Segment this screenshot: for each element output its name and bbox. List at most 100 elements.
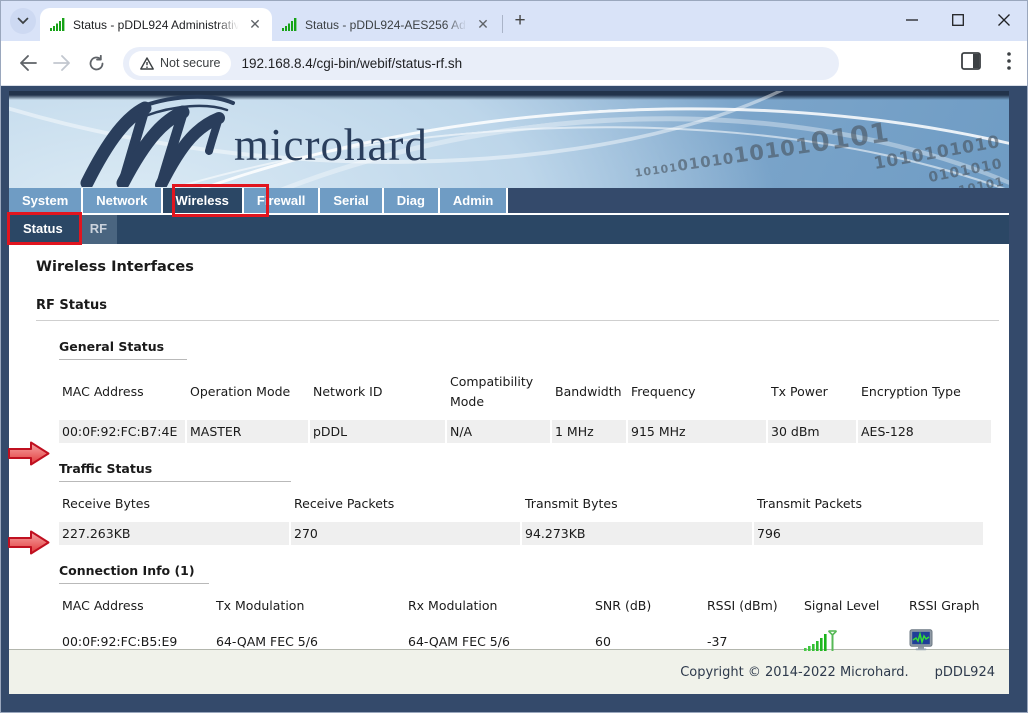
nav-tab-diag[interactable]: Diag (384, 188, 440, 213)
close-window-button[interactable] (981, 1, 1027, 39)
column-header: RSSI Graph (906, 588, 989, 624)
tab-title: Status - pDDL924-AES256 Adm (305, 18, 470, 32)
annotation-box-wireless (172, 184, 269, 217)
column-header: RSSI (dBm) (704, 588, 799, 624)
window-close-icon (998, 14, 1010, 26)
table-header-row: MAC Address Tx Modulation Rx Modulation … (59, 588, 989, 624)
model-label: pDDL924 (935, 665, 995, 680)
receive-packets-value: 270 (291, 522, 520, 545)
column-header: MAC Address (59, 588, 211, 624)
column-header: Rx Modulation (405, 588, 590, 624)
warning-triangle-icon (140, 57, 154, 70)
minimize-icon (906, 14, 918, 26)
security-label: Not secure (160, 56, 220, 70)
general-status-table: MAC Address Operation Mode Network ID Co… (57, 364, 993, 443)
nav-tab-network[interactable]: Network (83, 188, 162, 213)
column-header: Encryption Type (858, 364, 991, 420)
annotation-arrow-connection-icon (8, 530, 50, 555)
subnav-tab-rf[interactable]: RF (80, 215, 117, 244)
table-row: 00:0F:92:FC:B7:4E MASTER pDDL N/A 1 MHz … (59, 420, 991, 443)
main-navigation: System Network Wireless Firewall Serial … (9, 188, 1009, 215)
bandwidth-value: 1 MHz (552, 420, 626, 443)
tab-close-icon[interactable]: ✕ (474, 16, 492, 34)
tab-divider (502, 15, 503, 33)
microhard-m-logo-icon (75, 93, 240, 187)
column-header: MAC Address (59, 364, 185, 420)
address-bar[interactable]: Not secure 192.168.8.4/cgi-bin/webif/sta… (123, 47, 839, 80)
binary-text: 01010 (677, 149, 736, 175)
maximize-button[interactable] (935, 1, 981, 39)
microhard-banner: microhard 1010101010101010101 1010101010… (9, 91, 1009, 188)
annotation-arrow-traffic-icon (8, 441, 50, 466)
browser-tab-1[interactable]: Status - pDDL924 Administrativ ✕ (40, 8, 272, 41)
transmit-packets-value: 796 (754, 522, 983, 545)
connection-info-heading: Connection Info (1) (59, 563, 209, 584)
signal-bars-favicon (50, 18, 65, 31)
tab-close-icon[interactable]: ✕ (246, 16, 264, 34)
nav-tab-admin[interactable]: Admin (440, 188, 508, 213)
column-header: Signal Level (801, 588, 904, 624)
mac-address-value: 00:0F:92:FC:B7:4E (59, 420, 185, 443)
reload-icon (88, 55, 105, 72)
traffic-status-heading: Traffic Status (59, 461, 291, 482)
binary-text: 10101 (733, 133, 814, 168)
receive-bytes-value: 227.263KB (59, 522, 289, 545)
table-row: 227.263KB 270 94.273KB 796 (59, 522, 983, 545)
browser-tab-strip: Status - pDDL924 Administrativ ✕ Status … (1, 1, 1027, 41)
maximize-icon (952, 14, 964, 26)
security-chip[interactable]: Not secure (129, 51, 231, 76)
table-header-row: MAC Address Operation Mode Network ID Co… (59, 364, 991, 420)
table-header-row: Receive Bytes Receive Packets Transmit B… (59, 486, 983, 522)
forward-button[interactable] (45, 46, 79, 80)
webpage: microhard 1010101010101010101 1010101010… (1, 87, 1027, 713)
column-header: Operation Mode (187, 364, 308, 420)
sub-navigation: Status RF (9, 215, 1009, 244)
forward-icon (53, 55, 71, 71)
column-header: Receive Packets (291, 486, 520, 522)
column-header: Bandwidth (552, 364, 626, 420)
signal-bars-favicon (282, 18, 297, 31)
browser-toolbar: Not secure 192.168.8.4/cgi-bin/webif/sta… (1, 41, 1027, 86)
chevron-down-icon (17, 17, 29, 25)
column-header: Tx Modulation (213, 588, 403, 624)
general-status-group: General Status MAC Address Operation Mod… (59, 321, 999, 659)
kebab-menu-icon (1007, 52, 1011, 70)
operation-mode-value: MASTER (187, 420, 308, 443)
browser-tab-2[interactable]: Status - pDDL924-AES256 Adm ✕ (272, 8, 500, 41)
window-controls (889, 1, 1027, 41)
back-button[interactable] (11, 46, 45, 80)
page-content: Wireless Interfaces RF Status General St… (9, 244, 1009, 649)
frequency-value: 915 MHz (628, 420, 766, 443)
nav-tab-system[interactable]: System (9, 188, 83, 213)
side-panel-button[interactable] (961, 52, 981, 75)
url-text: 192.168.8.4/cgi-bin/webif/status-rf.sh (241, 56, 462, 71)
minimize-button[interactable] (889, 1, 935, 39)
compatibility-mode-value: N/A (447, 420, 550, 443)
column-header: Tx Power (768, 364, 856, 420)
network-id-value: pDDL (310, 420, 445, 443)
microhard-logo-text: microhard (234, 119, 428, 171)
rf-status-heading: RF Status (36, 298, 999, 313)
column-header: SNR (dB) (592, 588, 702, 624)
tab-search-button[interactable] (10, 8, 36, 34)
binary-text: 10101 (634, 161, 679, 180)
browser-menu-button[interactable] (1007, 52, 1011, 75)
encryption-type-value: AES-128 (858, 420, 991, 443)
new-tab-button[interactable]: + (507, 8, 533, 34)
column-header: Frequency (628, 364, 766, 420)
general-status-heading: General Status (59, 339, 187, 360)
column-header: Compatibility Mode (447, 364, 550, 420)
reload-button[interactable] (79, 46, 113, 80)
signal-strength-bars-icon (804, 628, 840, 652)
binary-digits-decoration: 1010101010101010101 (632, 117, 891, 184)
toolbar-right (961, 52, 1017, 75)
nav-tab-serial[interactable]: Serial (320, 188, 383, 213)
browser-window: Status - pDDL924 Administrativ ✕ Status … (0, 0, 1028, 713)
microhard-logo: microhard (75, 93, 428, 187)
back-icon (19, 55, 37, 71)
tx-power-value: 30 dBm (768, 420, 856, 443)
column-header: Transmit Bytes (522, 486, 752, 522)
page-title: Wireless Interfaces (36, 259, 999, 275)
annotation-box-status (7, 212, 82, 245)
transmit-bytes-value: 94.273KB (522, 522, 752, 545)
